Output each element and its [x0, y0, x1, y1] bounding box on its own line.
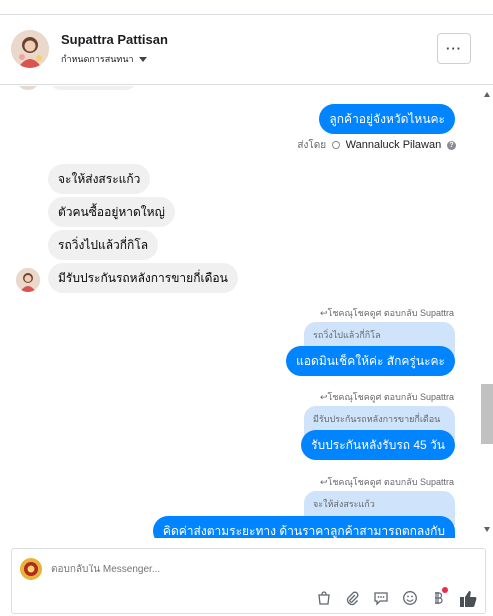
- message-scrollbar[interactable]: [481, 86, 493, 538]
- incoming-message[interactable]: จะให้ส่งสระแก้ว: [48, 164, 151, 194]
- bitcoin-icon[interactable]: [429, 587, 448, 607]
- scroll-down-arrow-icon[interactable]: [484, 527, 490, 532]
- more-options-button[interactable]: ···: [437, 33, 471, 64]
- thumbs-up-icon[interactable]: [458, 589, 478, 609]
- chevron-down-icon: [138, 57, 147, 63]
- reply-note: ↩โชคณุโชคดูศ ตอบกลับ Supattra: [319, 392, 454, 402]
- check-circle-icon: [331, 141, 340, 150]
- conversation-header: Supattra Pattisan กำหนดการสนทนา ···: [0, 15, 493, 85]
- sent-by-label: ส่งโดย: [297, 140, 327, 151]
- message-bubble-partial: [48, 86, 138, 90]
- reply-input[interactable]: [51, 564, 351, 575]
- conversation-status-label: กำหนดการสนทนา: [61, 54, 134, 64]
- message-thread: ลูกค้าอยู่จังหวัดไหนคะ ส่งโดย Wannaluck …: [0, 86, 482, 538]
- outgoing-reply[interactable]: รับประกันหลังรับรถ 45 วัน: [301, 430, 455, 460]
- sender-name: Wannaluck Pilawan: [345, 139, 442, 151]
- conversation-status-dropdown[interactable]: กำหนดการสนทนา: [61, 52, 147, 66]
- incoming-message[interactable]: มีรับประกันรถหลังการขายกี่เดือน: [48, 263, 238, 293]
- reply-note: ↩โชคณุโชคดูศ ตอบกลับ Supattra: [319, 477, 454, 487]
- reply-composer: [11, 548, 486, 614]
- contact-avatar[interactable]: [11, 30, 49, 68]
- page-avatar: [20, 558, 42, 580]
- incoming-message[interactable]: ตัวคนซื้ออยู่หาดใหญ่: [48, 197, 175, 227]
- outgoing-message[interactable]: ลูกค้าอยู่จังหวัดไหนคะ: [319, 104, 455, 134]
- info-icon[interactable]: ?: [447, 140, 456, 150]
- outgoing-reply[interactable]: แอดมินเช็คให้ค่ะ สักครู่นะคะ: [286, 346, 455, 376]
- shopping-bag-icon[interactable]: [315, 589, 333, 607]
- contact-name[interactable]: Supattra Pattisan: [61, 32, 168, 47]
- scrollbar-thumb[interactable]: [481, 384, 493, 444]
- chat-bubble-icon[interactable]: [372, 589, 390, 607]
- paperclip-icon[interactable]: [343, 589, 361, 607]
- reply-note: ↩โชคณุโชคดูศ ตอบกลับ Supattra: [319, 308, 454, 318]
- emoji-icon[interactable]: [401, 589, 419, 607]
- notification-dot: [442, 587, 448, 593]
- contact-avatar-small: [16, 86, 40, 90]
- incoming-message[interactable]: รถวิ่งไปแล้วกี่กิโล: [48, 230, 159, 260]
- outgoing-reply[interactable]: คิดค่าส่งตามระยะทาง ด้านราคาลูกค้าสามารถ…: [152, 516, 455, 538]
- contact-avatar-small[interactable]: [16, 268, 40, 292]
- scroll-up-arrow-icon[interactable]: [484, 92, 490, 97]
- sent-by-note: ส่งโดย Wannaluck Pilawan ?: [297, 138, 456, 153]
